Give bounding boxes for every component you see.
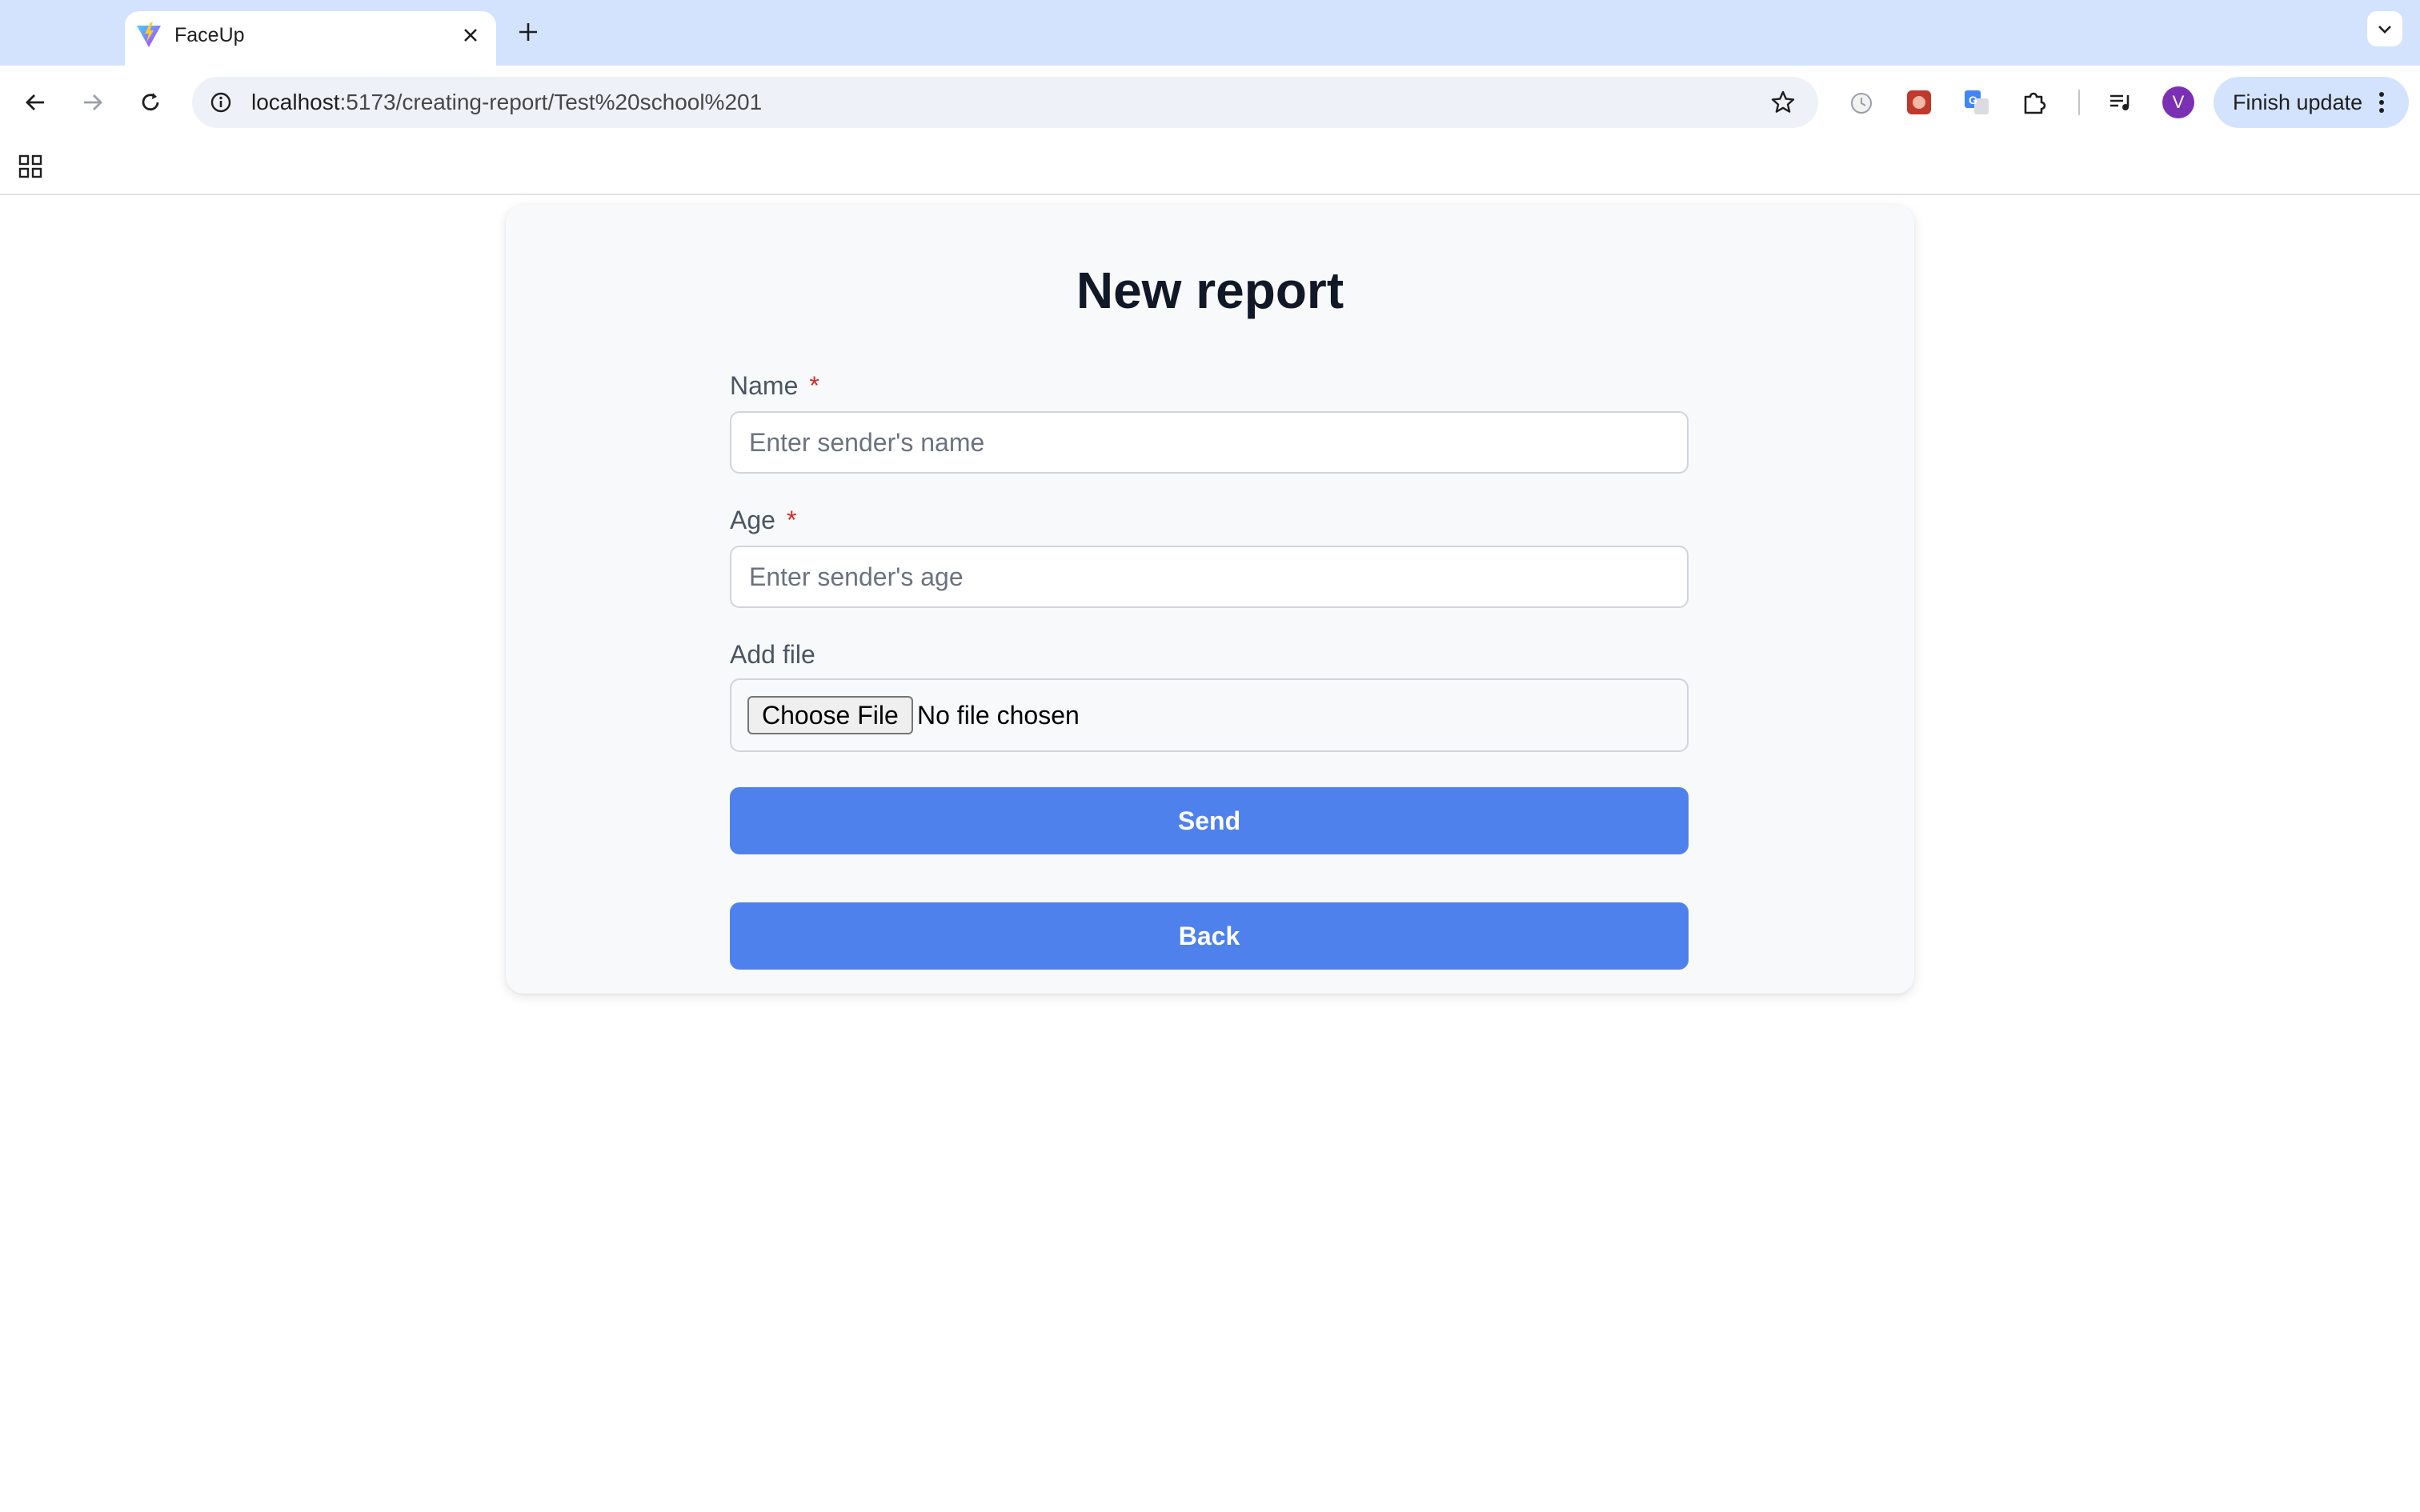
name-label: Name — [730, 371, 799, 400]
required-marker: * — [786, 506, 797, 534]
vite-logo-icon — [134, 21, 163, 50]
new-tab-icon[interactable] — [512, 16, 544, 48]
url-text[interactable]: localhost:5173/creating-report/Test%20sc… — [251, 77, 762, 128]
site-info-icon[interactable] — [206, 88, 235, 117]
url-path: :5173/creating-report/Test%20school%201 — [339, 90, 763, 114]
toolbar-divider — [2078, 90, 2080, 115]
forward-arrow-icon[interactable] — [74, 83, 112, 122]
finish-update-button[interactable]: Finish update — [2214, 77, 2409, 128]
tab-strip: FaceUp — [0, 0, 2420, 66]
extension-clock-icon[interactable] — [1842, 83, 1881, 122]
file-input[interactable]: Choose File No file chosen — [730, 678, 1689, 752]
name-label-row: Name * — [730, 371, 819, 401]
file-status-text: No file chosen — [917, 701, 1080, 730]
finish-update-label: Finish update — [2233, 90, 2363, 114]
tab-title: FaceUp — [174, 24, 245, 46]
svg-text:G: G — [1969, 94, 1977, 106]
back-arrow-icon[interactable] — [16, 83, 54, 122]
url-host: localhost — [251, 90, 340, 114]
choose-file-button[interactable]: Choose File — [747, 696, 913, 734]
extension-red-icon[interactable] — [1900, 83, 1938, 122]
page-title: New report — [1076, 262, 1344, 319]
back-button[interactable]: Back — [730, 902, 1689, 970]
report-form-card: New report Name * Age * Add file Choose Fi… — [506, 205, 1914, 994]
media-control-icon[interactable] — [2101, 83, 2140, 122]
more-vertical-icon[interactable] — [2367, 88, 2396, 117]
age-label: Age — [730, 506, 775, 534]
reload-icon[interactable] — [131, 83, 170, 122]
required-marker: * — [809, 371, 819, 400]
browser-toolbar: localhost:5173/creating-report/Test%20sc… — [0, 66, 2420, 139]
send-button[interactable]: Send — [730, 787, 1689, 854]
tab-faceup[interactable]: FaceUp — [125, 11, 496, 66]
apps-grid-icon[interactable] — [14, 150, 46, 182]
close-tab-icon[interactable] — [456, 21, 485, 50]
tab-search-icon[interactable] — [2367, 11, 2402, 46]
age-input[interactable] — [730, 546, 1689, 608]
profile-avatar[interactable]: V — [2162, 86, 2194, 118]
name-input[interactable] — [730, 411, 1689, 474]
file-label: Add file — [730, 640, 815, 669]
translate-extension-icon[interactable]: G — [1957, 83, 1996, 122]
bookmarks-bar — [0, 139, 2420, 195]
extensions-puzzle-icon[interactable] — [2015, 83, 2053, 122]
age-label-row: Age * — [730, 506, 796, 535]
address-bar[interactable]: localhost:5173/creating-report/Test%20sc… — [192, 77, 1818, 128]
bookmark-star-icon[interactable] — [1769, 88, 1797, 117]
